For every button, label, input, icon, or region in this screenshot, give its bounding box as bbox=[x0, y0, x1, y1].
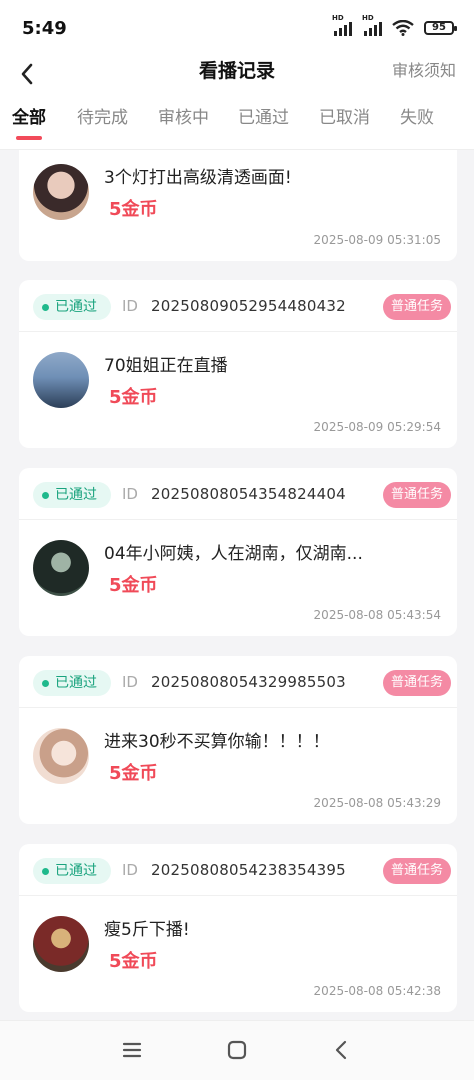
record-card[interactable]: 已通过 ID 20250808054238354395 普通任务 瘦5斤下播! … bbox=[19, 844, 457, 1012]
record-time: 2025-08-09 05:29:54 bbox=[313, 420, 441, 434]
tab-failed[interactable]: 失败 bbox=[400, 106, 434, 130]
system-nav-bar bbox=[0, 1020, 474, 1080]
record-card-header: 已通过 ID 20250809052954480432 普通任务 bbox=[19, 280, 457, 332]
room-title: 瘦5斤下播! bbox=[104, 920, 190, 940]
status-time: 5:49 bbox=[22, 18, 67, 39]
menu-icon[interactable] bbox=[119, 1037, 145, 1063]
coin-reward: 5金币 bbox=[109, 951, 158, 972]
coin-reward: 5金币 bbox=[109, 763, 158, 784]
record-card[interactable]: 已通过 ID 20250808054354824404 普通任务 04年小阿姨，… bbox=[19, 468, 457, 636]
id-label: ID bbox=[122, 861, 138, 879]
task-type-badge: 普通任务 bbox=[382, 294, 451, 320]
signal-icon: HD bbox=[332, 14, 352, 36]
battery-indicator: 95 bbox=[424, 21, 457, 35]
filter-tabs: 全部 待完成 审核中 已通过 已取消 失败 bbox=[0, 88, 474, 150]
room-title: 进来30秒不买算你输！！！！ bbox=[104, 732, 330, 752]
back-icon[interactable] bbox=[329, 1037, 355, 1063]
task-type-badge: 普通任务 bbox=[382, 858, 451, 884]
record-list: 3个灯打出高级清透画面! 5金币 2025-08-09 05:31:05 已通过… bbox=[0, 150, 474, 1020]
coin-reward: 5金币 bbox=[109, 575, 158, 596]
record-card[interactable]: 已通过 ID 20250808054329985503 普通任务 进来30秒不买… bbox=[19, 656, 457, 824]
tab-cancelled[interactable]: 已取消 bbox=[319, 106, 370, 130]
record-card-header: 已通过 ID 20250808054238354395 普通任务 bbox=[19, 844, 457, 896]
tab-reviewing[interactable]: 审核中 bbox=[158, 106, 209, 130]
signal-icon-2: HD bbox=[362, 14, 382, 36]
room-title: 3个灯打出高级清透画面! bbox=[104, 168, 292, 188]
streamer-avatar bbox=[33, 916, 89, 972]
room-title: 04年小阿姨，人在湖南，仅湖南... bbox=[104, 544, 363, 564]
streamer-avatar bbox=[33, 164, 89, 220]
tab-pending[interactable]: 待完成 bbox=[77, 106, 128, 130]
status-badge: 已通过 bbox=[33, 482, 111, 508]
record-time: 2025-08-08 05:43:29 bbox=[313, 796, 441, 810]
id-label: ID bbox=[122, 673, 138, 691]
record-card[interactable]: 已通过 ID 20250809052954480432 普通任务 70姐姐正在直… bbox=[19, 280, 457, 448]
record-id: 20250809052954480432 bbox=[151, 297, 346, 315]
id-label: ID bbox=[122, 485, 138, 503]
status-badge: 已通过 bbox=[33, 858, 111, 884]
record-time: 2025-08-08 05:42:38 bbox=[313, 984, 441, 998]
task-type-badge: 普通任务 bbox=[382, 482, 451, 508]
record-time: 2025-08-08 05:43:54 bbox=[313, 608, 441, 622]
coin-reward: 5金币 bbox=[109, 387, 158, 408]
status-bar: 5:49 HD HD 95 bbox=[0, 0, 474, 58]
tab-all[interactable]: 全部 bbox=[12, 106, 46, 140]
coin-reward: 5金币 bbox=[109, 199, 158, 220]
record-id: 20250808054354824404 bbox=[151, 485, 346, 503]
home-icon[interactable] bbox=[224, 1037, 250, 1063]
record-card-header: 已通过 ID 20250808054329985503 普通任务 bbox=[19, 656, 457, 708]
wifi-icon bbox=[392, 20, 414, 36]
review-rules-link[interactable]: 审核须知 bbox=[392, 60, 456, 82]
streamer-avatar bbox=[33, 540, 89, 596]
tab-approved[interactable]: 已通过 bbox=[238, 106, 289, 130]
room-title: 70姐姐正在直播 bbox=[104, 356, 228, 376]
record-card-header: 已通过 ID 20250808054354824404 普通任务 bbox=[19, 468, 457, 520]
status-badge: 已通过 bbox=[33, 294, 111, 320]
record-card[interactable]: 3个灯打出高级清透画面! 5金币 2025-08-09 05:31:05 bbox=[19, 150, 457, 261]
streamer-avatar bbox=[33, 728, 89, 784]
id-label: ID bbox=[122, 297, 138, 315]
status-badge: 已通过 bbox=[33, 670, 111, 696]
task-type-badge: 普通任务 bbox=[382, 670, 451, 696]
status-icons: HD HD 95 bbox=[332, 14, 457, 36]
streamer-avatar bbox=[33, 352, 89, 408]
record-id: 20250808054238354395 bbox=[151, 861, 346, 879]
record-id: 20250808054329985503 bbox=[151, 673, 346, 691]
nav-bar: 看播记录 审核须知 bbox=[0, 58, 474, 88]
record-time: 2025-08-09 05:31:05 bbox=[313, 233, 441, 247]
